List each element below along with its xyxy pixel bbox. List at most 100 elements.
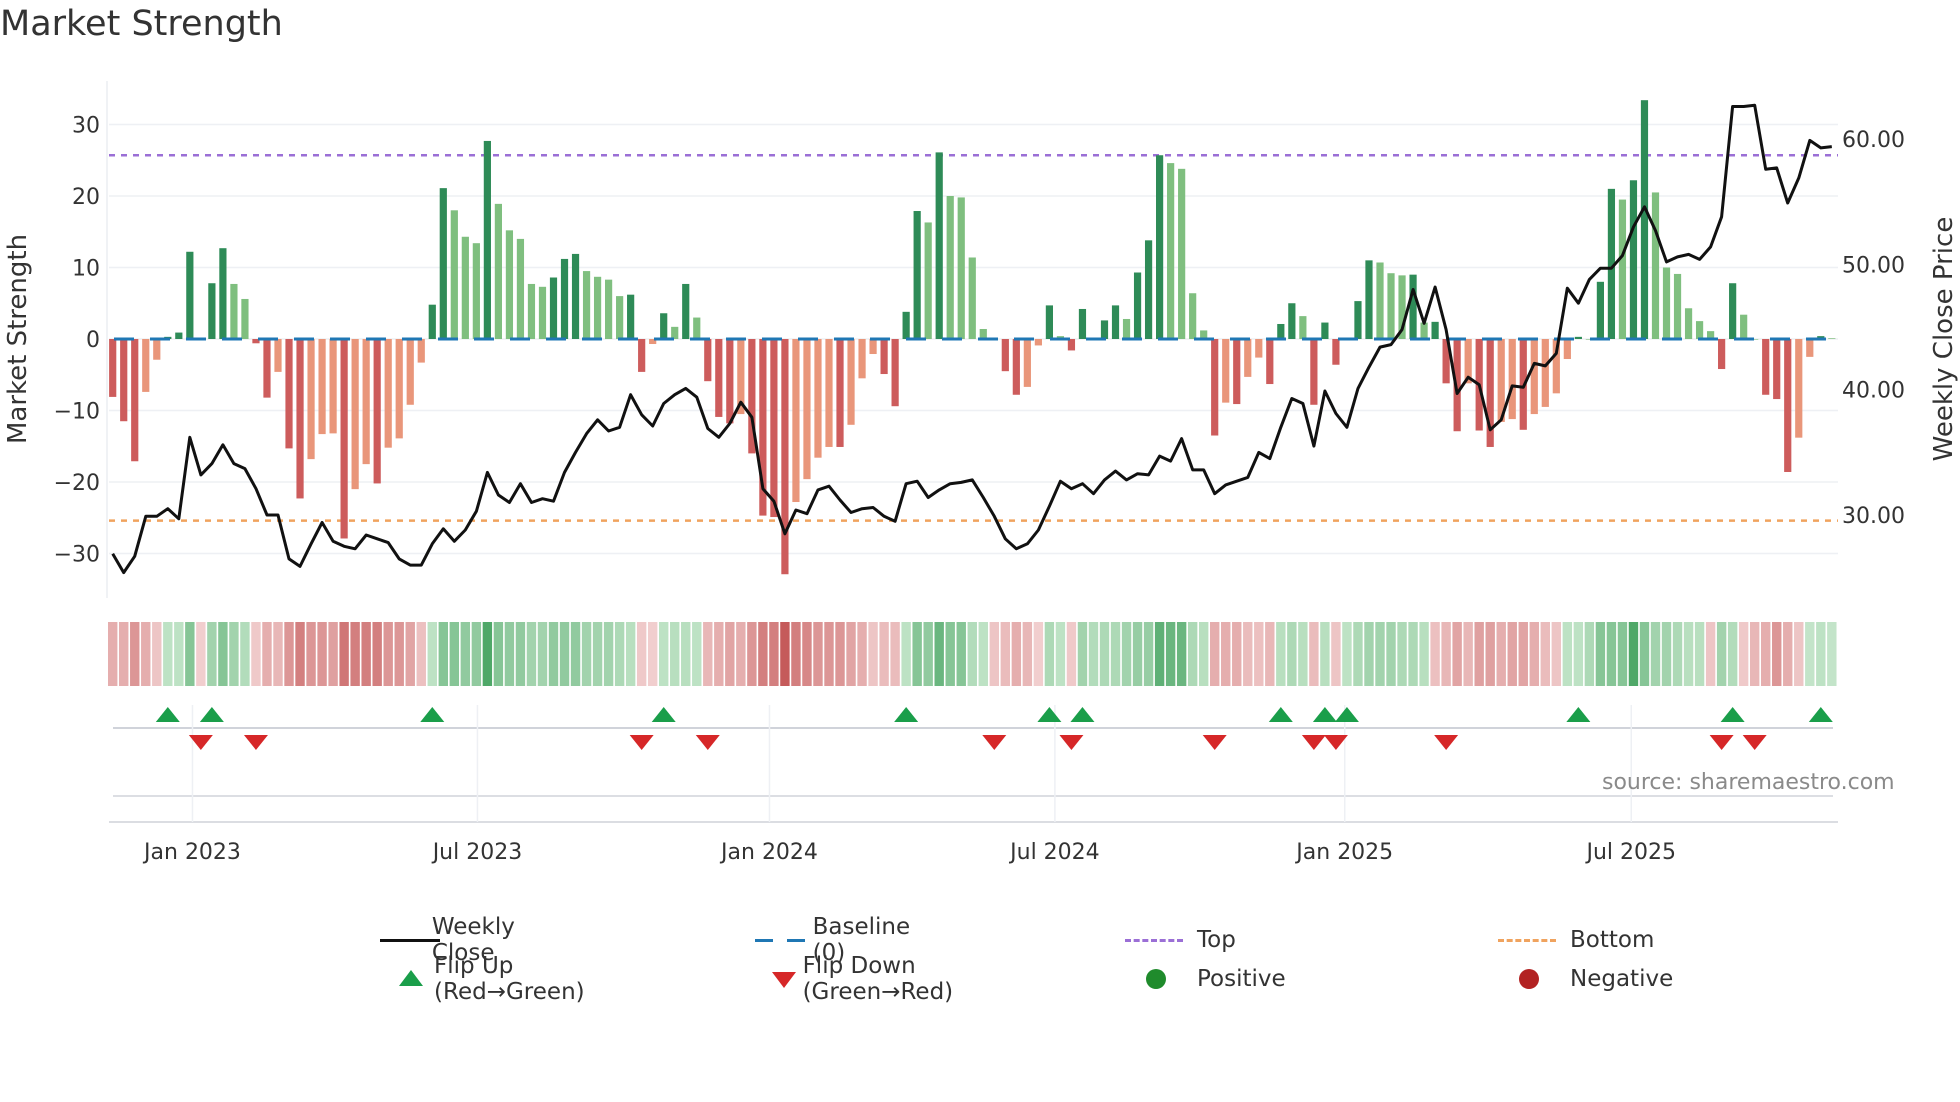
strength-bar [1178, 168, 1186, 339]
heat-cell [1099, 622, 1110, 686]
heat-cell [1000, 622, 1011, 686]
heat-cell [273, 622, 283, 686]
line-icon [380, 925, 440, 955]
strength-bar [1266, 339, 1274, 385]
heat-cell [449, 622, 460, 686]
strength-bar [296, 339, 304, 499]
axes: 30 20 10 0 −10 −20 −30 60.00 50.00 40.00 30.00 Mark… [3, 114, 1959, 866]
strength-bar [175, 332, 183, 339]
heat-cell [1628, 622, 1639, 686]
strength-bar [1354, 301, 1362, 339]
legend-label: Negative [1570, 966, 1674, 992]
heat-cell [1077, 622, 1088, 686]
flip-up-marker [1268, 707, 1293, 722]
heat-cell [1143, 622, 1154, 686]
strength-bar [1332, 339, 1340, 365]
dashed-line-icon [753, 925, 805, 955]
strength-bar [880, 339, 888, 375]
strength-bars [109, 100, 1838, 575]
heat-cell [1716, 622, 1727, 686]
heat-cell [207, 622, 217, 686]
heat-cell [361, 622, 371, 686]
strength-bar [1651, 192, 1660, 339]
heat-cell [1044, 622, 1055, 686]
heat-cell [714, 622, 724, 686]
heat-cell [1650, 622, 1661, 686]
heat-cell [1375, 622, 1385, 686]
heat-cell [692, 622, 702, 686]
heat-cell [1452, 622, 1462, 686]
strength-bar [549, 277, 558, 339]
strength-bar [527, 283, 536, 339]
heat-cell [934, 622, 944, 686]
heat-cell [835, 622, 845, 686]
x-tick-label: Jul 2024 [1008, 840, 1100, 865]
strength-bar [1133, 272, 1142, 339]
strength-bar [1673, 273, 1682, 339]
strength-bar [1828, 338, 1836, 339]
flip-up-marker [420, 707, 445, 722]
strength-bar [1310, 339, 1318, 405]
heat-cell [890, 622, 900, 686]
strength-bar [858, 339, 866, 379]
strength-bar [1100, 320, 1109, 339]
heat-cell [603, 622, 614, 686]
strength-bar [208, 283, 216, 339]
strength-bar [219, 248, 227, 339]
heat-cell [901, 622, 911, 686]
flip-up-marker [1070, 707, 1095, 722]
strength-bar [1244, 339, 1252, 377]
flip-down-marker [1202, 735, 1227, 750]
heat-cell [1309, 622, 1319, 686]
triangle-down-icon [753, 964, 796, 994]
heat-cell [1573, 622, 1584, 686]
strength-bar [230, 283, 238, 339]
flip-up-marker [1312, 707, 1337, 722]
strength-bar [1409, 274, 1417, 339]
heat-cell [1187, 622, 1198, 686]
flip-down-marker [695, 735, 720, 750]
strength-bar [186, 251, 194, 339]
strength-bar [1618, 199, 1627, 339]
y-tick-label: −30 [54, 543, 100, 568]
heat-cell [1562, 622, 1573, 686]
heat-cell [1066, 622, 1077, 686]
x-tick-label: Jan 2023 [142, 840, 241, 865]
heat-cell [1816, 622, 1826, 686]
heat-cell [526, 622, 537, 686]
flip-up-marker [894, 707, 919, 722]
heat-cell [1055, 622, 1066, 686]
strength-bar [1067, 339, 1076, 351]
heat-cell [1243, 622, 1253, 686]
heat-cell [879, 622, 889, 686]
strength-bar [1012, 339, 1020, 395]
flip-up-marker [651, 707, 676, 722]
legend-positive: Positive [1125, 964, 1286, 994]
strength-bar [131, 339, 139, 462]
heat-cell [108, 622, 118, 686]
heat-cell [1154, 622, 1165, 686]
strength-bar [770, 339, 778, 518]
heat-cell [1772, 622, 1782, 686]
strength-bar [847, 339, 855, 425]
heat-cell [394, 622, 404, 686]
strength-bar [869, 339, 877, 355]
strength-bar [142, 339, 150, 392]
heat-cell [1232, 622, 1242, 686]
strength-bar [516, 238, 525, 339]
strength-bar [461, 236, 469, 339]
strength-bar [1376, 262, 1384, 339]
dotted-line-icon [1498, 925, 1560, 955]
strength-bar [1773, 339, 1781, 400]
strength-bar [1023, 339, 1031, 387]
heat-cell [229, 622, 239, 686]
flip-up-marker [1720, 707, 1745, 722]
heat-cell [1408, 622, 1418, 686]
heat-cell [1430, 622, 1440, 686]
heat-cell [1210, 622, 1220, 686]
strength-bar [1718, 339, 1726, 370]
strength-bar [946, 196, 954, 339]
y2-tick-label: 40.00 [1842, 379, 1905, 404]
heat-cell [504, 622, 515, 686]
legend-top: Top [1125, 925, 1236, 955]
